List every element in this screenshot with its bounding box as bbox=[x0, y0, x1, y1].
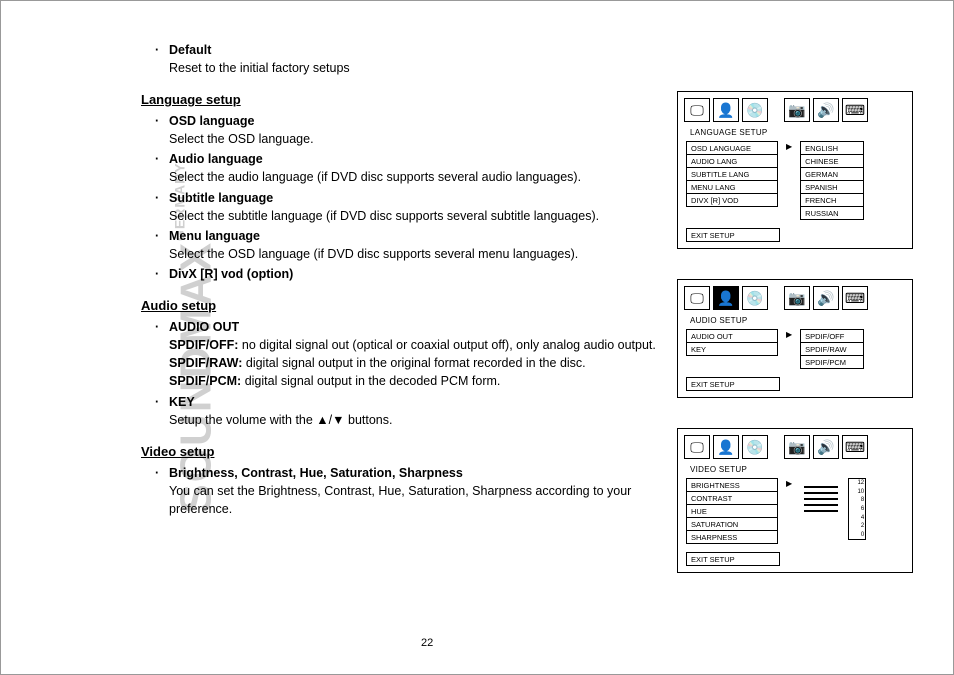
osd-tab-row: 🖵 👤 💿 📷 🔊 ⌨ bbox=[684, 98, 906, 122]
exit-setup: EXIT SETUP bbox=[686, 228, 780, 242]
exit-setup: EXIT SETUP bbox=[686, 377, 780, 391]
audio-lang-label: Audio language bbox=[169, 152, 263, 166]
language-heading: Language setup bbox=[141, 91, 661, 110]
default-label: Default bbox=[169, 43, 211, 57]
menu-value: RUSSIAN bbox=[800, 206, 864, 220]
menu-value: SPANISH bbox=[800, 180, 864, 194]
audio-lang-desc: Select the audio language (if DVD disc s… bbox=[169, 170, 581, 184]
spdif-raw-desc: digital signal output in the original fo… bbox=[242, 356, 585, 370]
tab-language-icon: 👤 bbox=[713, 435, 739, 459]
osd-language-panel: 🖵 👤 💿 📷 🔊 ⌨ LANGUAGE SETUP OSD LANGUAGE … bbox=[677, 91, 913, 249]
tab-audio-icon: 🔊 bbox=[813, 98, 839, 122]
menu-lang-label: Menu language bbox=[169, 229, 260, 243]
audio-heading: Audio setup bbox=[141, 297, 661, 316]
menu-item: MENU LANG bbox=[686, 180, 778, 194]
spdif-off-label: SPDIF/OFF: bbox=[169, 338, 238, 352]
menu-item: BRIGHTNESS bbox=[686, 478, 778, 492]
default-desc: Reset to the initial factory setups bbox=[169, 61, 350, 75]
key-desc: Setup the volume with the ▲/▼ buttons. bbox=[169, 413, 392, 427]
exit-setup: EXIT SETUP bbox=[686, 552, 780, 566]
menu-item: SHARPNESS bbox=[686, 530, 778, 544]
menu-item: OSD LANGUAGE bbox=[686, 141, 778, 155]
tab-video-icon: 📷 bbox=[784, 435, 810, 459]
osd-lang-label: OSD language bbox=[169, 114, 254, 128]
menu-value: ENGLISH bbox=[800, 141, 864, 155]
divx-label: DivX [R] vod (option) bbox=[169, 267, 293, 281]
key-label: KEY bbox=[169, 395, 195, 409]
page-number: 22 bbox=[421, 637, 433, 649]
video-opts-label: Brightness, Contrast, Hue, Saturation, S… bbox=[169, 466, 463, 480]
tab-misc-icon: ⌨ bbox=[842, 435, 868, 459]
menu-item: SATURATION bbox=[686, 517, 778, 531]
menu-value: GERMAN bbox=[800, 167, 864, 181]
spdif-off-desc: no digital signal out (optical or coaxia… bbox=[238, 338, 655, 352]
osd-figures: 🖵 👤 💿 📷 🔊 ⌨ LANGUAGE SETUP OSD LANGUAGE … bbox=[677, 91, 913, 573]
osd-title: AUDIO SETUP bbox=[690, 316, 906, 325]
tab-video-icon: 📷 bbox=[784, 286, 810, 310]
osd-left-col: OSD LANGUAGE AUDIO LANG SUBTITLE LANG ME… bbox=[686, 141, 778, 220]
tab-disc-icon: 💿 bbox=[742, 435, 768, 459]
pointer-icon bbox=[786, 478, 792, 544]
spdif-pcm-label: SPDIF/PCM: bbox=[169, 374, 241, 388]
pointer-icon bbox=[786, 141, 792, 220]
menu-value: SPDIF/RAW bbox=[800, 342, 864, 356]
slider-ticks bbox=[800, 478, 844, 512]
tab-disc-icon: 💿 bbox=[742, 286, 768, 310]
menu-value: SPDIF/OFF bbox=[800, 329, 864, 343]
menu-item: KEY bbox=[686, 342, 778, 356]
osd-title: VIDEO SETUP bbox=[690, 465, 906, 474]
menu-value: SPDIF/PCM bbox=[800, 355, 864, 369]
tab-system-icon: 🖵 bbox=[684, 286, 710, 310]
osd-lang-desc: Select the OSD language. bbox=[169, 132, 314, 146]
pointer-icon bbox=[786, 329, 792, 369]
manual-text-column: Default Reset to the initial factory set… bbox=[141, 41, 661, 520]
video-opts-desc: You can set the Brightness, Contrast, Hu… bbox=[169, 484, 631, 516]
menu-item: HUE bbox=[686, 504, 778, 518]
tab-video-icon: 📷 bbox=[784, 98, 810, 122]
osd-video-panel: 🖵 👤 💿 📷 🔊 ⌨ VIDEO SETUP BRIGHTNESS CONTR… bbox=[677, 428, 913, 573]
tab-misc-icon: ⌨ bbox=[842, 286, 868, 310]
spdif-pcm-desc: digital signal output in the decoded PCM… bbox=[241, 374, 500, 388]
audio-out-label: AUDIO OUT bbox=[169, 320, 239, 334]
menu-item: CONTRAST bbox=[686, 491, 778, 505]
menu-item: DIVX [R] VOD bbox=[686, 193, 778, 207]
osd-right-col: ENGLISH CHINESE GERMAN SPANISH FRENCH RU… bbox=[800, 141, 864, 220]
video-heading: Video setup bbox=[141, 443, 661, 462]
osd-title: LANGUAGE SETUP bbox=[690, 128, 906, 137]
menu-item: AUDIO LANG bbox=[686, 154, 778, 168]
subtitle-lang-label: Subtitle language bbox=[169, 191, 273, 205]
slider-scale: 12 10 8 6 4 2 0 bbox=[848, 478, 866, 540]
subtitle-lang-desc: Select the subtitle language (if DVD dis… bbox=[169, 209, 599, 223]
menu-value: FRENCH bbox=[800, 193, 864, 207]
spdif-raw-label: SPDIF/RAW: bbox=[169, 356, 242, 370]
menu-lang-desc: Select the OSD language (if DVD disc sup… bbox=[169, 247, 578, 261]
tab-disc-icon: 💿 bbox=[742, 98, 768, 122]
menu-value: CHINESE bbox=[800, 154, 864, 168]
tab-language-icon: 👤 bbox=[713, 98, 739, 122]
osd-audio-panel: 🖵 👤 💿 📷 🔊 ⌨ AUDIO SETUP AUDIO OUT KEY SP… bbox=[677, 279, 913, 398]
tab-audio-icon: 🔊 bbox=[813, 435, 839, 459]
tab-misc-icon: ⌨ bbox=[842, 98, 868, 122]
menu-item: SUBTITLE LANG bbox=[686, 167, 778, 181]
tab-system-icon: 🖵 bbox=[684, 435, 710, 459]
tab-audio-icon: 🔊 bbox=[813, 286, 839, 310]
tab-system-icon: 🖵 bbox=[684, 98, 710, 122]
menu-item: AUDIO OUT bbox=[686, 329, 778, 343]
tab-language-icon: 👤 bbox=[713, 286, 739, 310]
